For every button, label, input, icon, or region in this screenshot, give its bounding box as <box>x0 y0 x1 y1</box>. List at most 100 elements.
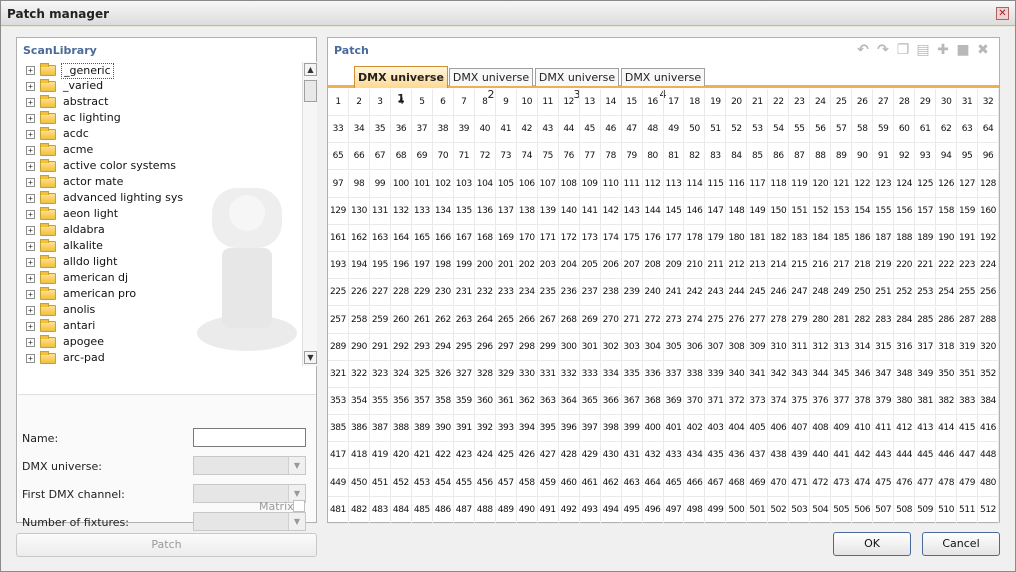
dmx-channel-cell[interactable]: 236 <box>558 279 580 307</box>
dmx-channel-cell[interactable]: 310 <box>768 333 790 361</box>
tree-item[interactable]: + ac lighting <box>18 110 302 126</box>
dmx-channel-cell[interactable]: 417 <box>328 442 349 470</box>
dmx-channel-cell[interactable]: 64 <box>978 116 999 144</box>
dmx-channel-cell[interactable]: 359 <box>453 388 475 416</box>
dmx-channel-cell[interactable]: 437 <box>747 442 769 470</box>
dmx-channel-cell[interactable]: 458 <box>516 469 538 497</box>
dmx-channel-cell[interactable]: 83 <box>705 143 727 171</box>
dmx-channel-cell[interactable]: 238 <box>600 279 622 307</box>
dmx-channel-cell[interactable]: 69 <box>411 143 433 171</box>
dmx-channel-cell[interactable]: 246 <box>768 279 790 307</box>
dmx-channel-cell[interactable]: 58 <box>852 116 874 144</box>
dmx-channel-cell[interactable]: 342 <box>768 360 790 388</box>
dmx-channel-cell[interactable]: 470 <box>768 469 790 497</box>
dmx-channel-cell[interactable]: 198 <box>432 252 454 280</box>
dmx-channel-cell[interactable]: 351 <box>957 360 979 388</box>
tree-item[interactable]: + alldo light <box>18 254 302 270</box>
dmx-channel-cell[interactable]: 444 <box>894 442 916 470</box>
dmx-channel-cell[interactable]: 230 <box>432 279 454 307</box>
dmx-channel-cell[interactable]: 409 <box>831 415 853 443</box>
dmx-channel-cell[interactable]: 397 <box>579 415 601 443</box>
dmx-channel-cell[interactable]: 489 <box>495 496 517 524</box>
redo-icon[interactable]: ↷ <box>875 42 891 58</box>
dmx-channel-cell[interactable]: 114 <box>684 170 706 198</box>
dmx-channel-cell[interactable]: 192 <box>978 224 999 252</box>
dmx-channel-cell[interactable]: 503 <box>789 496 811 524</box>
dmx-channel-cell[interactable]: 353 <box>328 388 349 416</box>
dmx-channel-cell[interactable]: 348 <box>894 360 916 388</box>
dmx-channel-cell[interactable]: 210 <box>684 252 706 280</box>
dmx-channel-cell[interactable]: 51 <box>705 116 727 144</box>
dmx-channel-cell[interactable]: 275 <box>705 306 727 334</box>
dmx-channel-cell[interactable]: 462 <box>600 469 622 497</box>
tree-item[interactable]: + acme <box>18 142 302 158</box>
dmx-channel-cell[interactable]: 16 <box>642 89 664 116</box>
dmx-channel-cell[interactable]: 450 <box>348 469 370 497</box>
dmx-channel-cell[interactable]: 488 <box>474 496 496 524</box>
dmx-channel-cell[interactable]: 415 <box>957 415 979 443</box>
dmx-channel-cell[interactable]: 468 <box>726 469 748 497</box>
dmx-channel-cell[interactable]: 14 <box>600 89 622 116</box>
dmx-channel-cell[interactable]: 288 <box>978 306 999 334</box>
dmx-channel-cell[interactable]: 127 <box>957 170 979 198</box>
dmx-channel-cell[interactable]: 5 <box>411 89 433 116</box>
dmx-channel-cell[interactable]: 128 <box>978 170 999 198</box>
dmx-channel-cell[interactable]: 91 <box>873 143 895 171</box>
dmx-channel-cell[interactable]: 467 <box>705 469 727 497</box>
dmx-channel-cell[interactable]: 169 <box>495 224 517 252</box>
dmx-channel-cell[interactable]: 403 <box>705 415 727 443</box>
expand-icon[interactable]: + <box>26 130 35 139</box>
dmx-channel-cell[interactable]: 405 <box>747 415 769 443</box>
dmx-channel-cell[interactable]: 491 <box>537 496 559 524</box>
dmx-channel-cell[interactable]: 106 <box>516 170 538 198</box>
dmx-channel-cell[interactable]: 395 <box>537 415 559 443</box>
dmx-channel-cell[interactable]: 322 <box>348 360 370 388</box>
dmx-channel-cell[interactable]: 92 <box>894 143 916 171</box>
dmx-channel-cell[interactable]: 398 <box>600 415 622 443</box>
dmx-channel-cell[interactable]: 163 <box>369 224 391 252</box>
dmx-channel-cell[interactable]: 123 <box>873 170 895 198</box>
dmx-channel-cell[interactable]: 346 <box>852 360 874 388</box>
dmx-channel-cell[interactable]: 471 <box>789 469 811 497</box>
dmx-channel-cell[interactable]: 93 <box>915 143 937 171</box>
dmx-channel-cell[interactable]: 95 <box>957 143 979 171</box>
dmx-channel-cell[interactable]: 129 <box>328 197 349 225</box>
dmx-channel-cell[interactable]: 307 <box>705 333 727 361</box>
tree-item[interactable]: + american dj <box>18 270 302 286</box>
cancel-button[interactable]: Cancel <box>922 532 1000 556</box>
dmx-channel-cell[interactable]: 358 <box>432 388 454 416</box>
dmx-channel-cell[interactable]: 4 <box>390 89 412 116</box>
dmx-channel-cell[interactable]: 142 <box>600 197 622 225</box>
dmx-channel-cell[interactable]: 263 <box>453 306 475 334</box>
dmx-channel-cell[interactable]: 146 <box>684 197 706 225</box>
dmx-channel-cell[interactable]: 21 <box>747 89 769 116</box>
dmx-channel-cell[interactable]: 107 <box>537 170 559 198</box>
dmx-channel-cell[interactable]: 328 <box>474 360 496 388</box>
dmx-channel-cell[interactable]: 170 <box>516 224 538 252</box>
dmx-channel-cell[interactable]: 401 <box>663 415 685 443</box>
dmx-channel-cell[interactable]: 509 <box>915 496 937 524</box>
dmx-channel-cell[interactable]: 259 <box>369 306 391 334</box>
dmx-channel-cell[interactable]: 264 <box>474 306 496 334</box>
dmx-channel-cell[interactable]: 389 <box>411 415 433 443</box>
dmx-channel-cell[interactable]: 216 <box>810 252 832 280</box>
dmx-channel-cell[interactable]: 355 <box>369 388 391 416</box>
dmx-channel-cell[interactable]: 186 <box>852 224 874 252</box>
dmx-channel-cell[interactable]: 487 <box>453 496 475 524</box>
dmx-channel-cell[interactable]: 115 <box>705 170 727 198</box>
expand-icon[interactable]: + <box>26 162 35 171</box>
dmx-channel-cell[interactable]: 286 <box>936 306 958 334</box>
dmx-channel-cell[interactable]: 418 <box>348 442 370 470</box>
dmx-channel-cell[interactable]: 207 <box>621 252 643 280</box>
dmx-channel-cell[interactable]: 3 <box>369 89 391 116</box>
dmx-channel-cell[interactable]: 426 <box>516 442 538 470</box>
dmx-channel-cell[interactable]: 103 <box>453 170 475 198</box>
dmx-channel-cell[interactable]: 254 <box>936 279 958 307</box>
dmx-channel-cell[interactable]: 419 <box>369 442 391 470</box>
dmx-channel-cell[interactable]: 187 <box>873 224 895 252</box>
dmx-channel-cell[interactable]: 366 <box>600 388 622 416</box>
dmx-channel-cell[interactable]: 271 <box>621 306 643 334</box>
dmx-channel-cell[interactable]: 454 <box>432 469 454 497</box>
dmx-channel-cell[interactable]: 438 <box>768 442 790 470</box>
dmx-channel-cell[interactable]: 125 <box>915 170 937 198</box>
